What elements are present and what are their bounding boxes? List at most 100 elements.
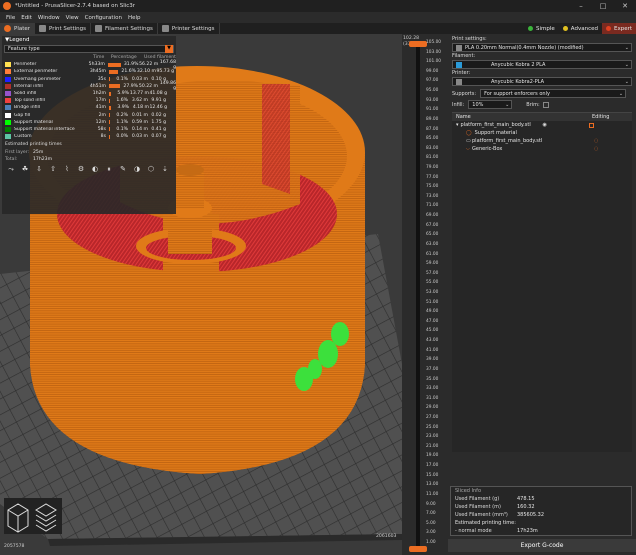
layer-slider-upper-thumb[interactable] <box>409 41 427 47</box>
layer-tick-label: 9.00 <box>426 501 436 507</box>
seams-icon[interactable]: ⌇ <box>61 165 73 175</box>
modifier-icon: ⌵ <box>466 146 470 152</box>
layers-view-icon[interactable] <box>35 503 57 532</box>
legend-row[interactable]: Overhang perimeter 35s 0.1% 0.03 m 0.10 g <box>2 76 176 83</box>
menu-help[interactable]: Help <box>128 15 141 21</box>
layer-tick-label: 29.00 <box>426 405 439 411</box>
mode-expert[interactable]: Expert <box>601 23 636 34</box>
tab-filament-settings[interactable]: Filament Settings <box>91 23 158 34</box>
layer-slider[interactable]: 102.28 (331) 105.00103.00101.0099.0097.0… <box>402 34 448 555</box>
layer-tick-label: 75.00 <box>426 184 439 190</box>
color-swatch <box>5 98 11 104</box>
color-swatch <box>5 62 11 68</box>
layer-tick-label: 3.00 <box>426 530 436 536</box>
3d-view-cube-icon[interactable] <box>7 503 29 533</box>
deretractions-icon[interactable]: ⇧ <box>47 165 59 175</box>
custom-gcode-icon[interactable]: ✎ <box>117 165 129 175</box>
part-settings-icon[interactable]: ◌ <box>594 138 598 144</box>
view-type-dropdown[interactable]: Feature type ▼ <box>4 45 174 53</box>
title-bar: *Untitled - PrusaSlicer-2.7.4 based on S… <box>0 0 636 12</box>
menu-configuration[interactable]: Configuration <box>85 15 122 21</box>
export-gcode-button[interactable]: Export G-code <box>448 539 636 552</box>
layer-tick-label: 101.00 <box>426 59 442 65</box>
layer-tick-label: 53.00 <box>426 290 439 295</box>
legend-row[interactable]: Top solid infill 17m 1.6% 3.62 m 9.91 g <box>2 97 176 104</box>
tree-item-part[interactable]: ▭ platform_first_main_body.stl ◌ <box>452 137 632 145</box>
legend-row[interactable]: Support material 12m 1.1% 0.59 m 1.75 g <box>2 119 176 126</box>
layer-slider-lower-thumb[interactable] <box>409 546 427 552</box>
layer-tick-label: 15.00 <box>426 472 439 478</box>
percentage-bar <box>109 69 118 74</box>
printer-icon <box>456 78 462 85</box>
filament-color-icon <box>456 61 462 68</box>
legend-row[interactable]: Perimeter 5h33m 31.9% 56.22 m 167.68 g <box>2 60 176 70</box>
tree-item-object[interactable]: ▾ platform_first_main_body.stl ◉ <box>452 121 632 129</box>
tab-printer-settings[interactable]: Printer Settings <box>158 23 220 34</box>
tree-item-support-material[interactable]: ◯ Support material <box>452 129 632 137</box>
layer-tick-label: 91.00 <box>426 107 439 113</box>
layer-tick-label: 69.00 <box>426 213 439 219</box>
minimize-icon[interactable]: – <box>570 2 592 10</box>
bottom-left-value: 2057578 <box>4 544 25 549</box>
normal-mode-time: - normal mode 17h23m <box>455 528 538 534</box>
legend-row[interactable]: Support material interface 58s 0.1% 0.14 m0… <box>2 126 176 133</box>
visibility-eye-icon[interactable]: ◉ <box>543 122 547 128</box>
shells-icon[interactable]: ⬡ <box>145 165 157 175</box>
layer-tick-label: 43.00 <box>426 338 439 344</box>
layer-tick-label: 85.00 <box>426 136 439 142</box>
tree-item-generic-box[interactable]: ⌵ Generic-Box ◌ <box>452 145 632 153</box>
tab-bar: Plater Print Settings Filament Settings … <box>0 23 636 34</box>
travel-icon[interactable]: ⤳ <box>5 165 17 175</box>
modifier-settings-icon[interactable]: ◌ <box>594 146 598 152</box>
supports-combo[interactable]: For support enforcers only ⌄ <box>480 89 627 98</box>
sliced-info-row: Used Filament (m) 160.32 <box>455 504 535 510</box>
infill-combo[interactable]: 10% ⌄ <box>468 100 513 109</box>
legend-row[interactable]: Internal infill 4h51m 27.9% 50.22 m 149.86 g <box>2 81 176 91</box>
brim-checkbox[interactable] <box>542 101 549 108</box>
menu-edit[interactable]: Edit <box>21 15 32 21</box>
legend-column-headers: Time Percentage Used filament <box>93 55 176 61</box>
wipe-icon[interactable]: ☘ <box>19 165 31 175</box>
legend-row[interactable]: Bridge infill 41m 3.9% 4.18 m 12.46 g <box>2 104 176 111</box>
layer-tick-label: 47.00 <box>426 318 439 324</box>
center-of-gravity-icon[interactable]: ◑ <box>131 165 143 175</box>
pause-icon[interactable]: ⏸ <box>103 165 115 175</box>
print-preset-combo[interactable]: PLA 0.20mm Normal(0.4mm Nozzle) (modifie… <box>452 43 632 52</box>
legend-header[interactable]: ▼ Legend <box>2 36 176 44</box>
legend-row[interactable]: Gap fill 2m 0.2% 0.01 m 0.02 g <box>2 112 176 119</box>
layer-tick-label: 93.00 <box>426 97 439 103</box>
layer-tick-label: 55.00 <box>426 280 439 286</box>
estimated-time-label: Estimated printing time: <box>455 520 516 526</box>
layer-tick-label: 45.00 <box>426 328 439 334</box>
mode-simple[interactable]: Simple <box>524 23 559 34</box>
tab-plater[interactable]: Plater <box>0 23 36 34</box>
object-list: Name Editing ▾ platform_first_main_body.… <box>452 112 632 452</box>
retractions-icon[interactable]: ⇩ <box>33 165 45 175</box>
mode-advanced[interactable]: Advanced <box>559 23 602 34</box>
layer-tick-label: 99.00 <box>426 68 439 74</box>
legend-row[interactable]: External perimeter 3h45m 21.6% 32.10 m 95.73… <box>2 68 176 75</box>
printer-preset-combo[interactable]: Anycubic Kobra2-PLA ⌄ <box>452 77 632 86</box>
advanced-mode-icon <box>562 26 568 31</box>
tool-changes-icon[interactable]: ⚙ <box>75 165 87 175</box>
menu-file[interactable]: File <box>6 15 15 21</box>
menu-window[interactable]: Window <box>38 15 60 21</box>
close-icon[interactable]: ✕ <box>614 2 636 10</box>
layer-tick-label: 27.00 <box>426 415 439 420</box>
layer-tick-label: 49.00 <box>426 309 439 315</box>
color-changes-icon[interactable]: ◐ <box>89 165 101 175</box>
part-icon: ▭ <box>466 138 471 144</box>
layer-slider-track[interactable] <box>416 42 420 552</box>
filament-preset-combo[interactable]: Anycubic Kobra 2 PLA ⌄ <box>452 60 632 69</box>
layer-tick-label: 35.00 <box>426 376 439 382</box>
menu-view[interactable]: View <box>66 15 79 21</box>
editing-icon[interactable] <box>588 122 594 128</box>
tool-marker-icon[interactable]: ⇣ <box>159 165 171 175</box>
legend-row[interactable]: Solid infill 1h2m 5.9% 13.77 m 41.08 g <box>2 90 176 97</box>
layer-tick-label: 79.00 <box>426 165 439 170</box>
maximize-icon[interactable]: □ <box>592 2 614 10</box>
print-settings-label: Print settings: <box>452 36 487 42</box>
tab-print-settings[interactable]: Print Settings <box>35 23 91 34</box>
first-layer-time: First layer: 25m <box>5 150 44 156</box>
legend-row[interactable]: Custom 8s 0.0% 0.03 m 0.07 g <box>2 133 176 140</box>
